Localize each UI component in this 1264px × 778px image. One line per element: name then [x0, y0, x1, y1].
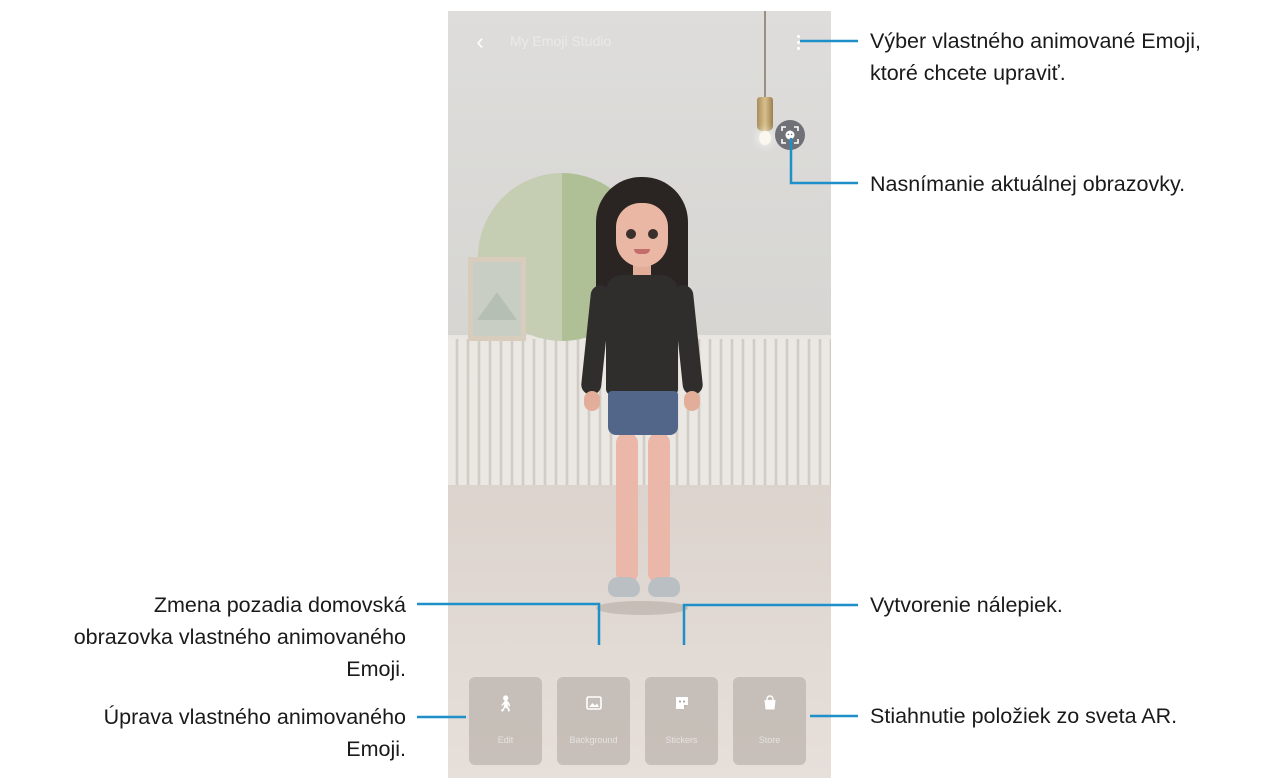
callout-edit-line2: Emoji.: [346, 737, 406, 761]
callout-store: Stiahnutie položiek zo sveta AR.: [870, 704, 1178, 728]
callout-more-line1: Výber vlastného animované Emoji,: [870, 29, 1202, 53]
callout-edit-line1: Úprava vlastného animovaného: [103, 705, 406, 729]
callout-capture: Nasnímanie aktuálnej obrazovky.: [870, 172, 1186, 196]
callout-more: Výber vlastného animované Emoji, ktoré c…: [870, 25, 1201, 89]
callout-edit: Úprava vlastného animovaného Emoji.: [104, 701, 406, 765]
callout-more-line2: ktoré chcete upraviť.: [870, 61, 1066, 85]
callout-background-line3: Emoji.: [346, 657, 406, 681]
callout-background: Zmena pozadia domovská obrazovka vlastné…: [74, 589, 406, 685]
callout-stickers: Vytvorenie nálepiek.: [870, 593, 1063, 617]
callout-background-line1: Zmena pozadia domovská: [153, 593, 406, 617]
callout-background-line2: obrazovka vlastného animovaného: [73, 625, 406, 649]
